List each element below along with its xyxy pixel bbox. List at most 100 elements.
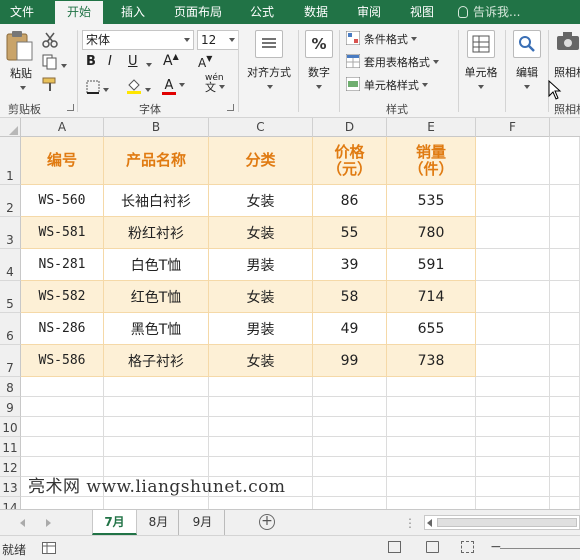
empty-cell[interactable] — [104, 397, 209, 417]
empty-cell[interactable] — [21, 437, 104, 457]
empty-cell[interactable] — [476, 377, 550, 397]
empty-cell[interactable] — [550, 137, 580, 185]
increase-font-button[interactable]: A▲ — [163, 52, 185, 72]
empty-cell[interactable] — [550, 249, 580, 281]
empty-cell[interactable] — [313, 457, 387, 477]
underline-button[interactable]: U — [128, 54, 142, 72]
tab-home[interactable]: 开始 — [55, 1, 103, 24]
row-header[interactable]: 2 — [0, 185, 21, 217]
number-format-button[interactable]: % 数字 — [302, 30, 336, 90]
empty-cell[interactable] — [476, 217, 550, 249]
cells-button[interactable]: 单元格 — [461, 30, 501, 90]
sheet-tab-jul[interactable]: 7月 — [92, 510, 137, 535]
tell-me-box[interactable]: 告诉我... — [458, 0, 520, 24]
empty-cell[interactable] — [21, 397, 104, 417]
row-header[interactable]: 8 — [0, 377, 21, 397]
empty-cell[interactable] — [313, 377, 387, 397]
empty-cell[interactable] — [476, 137, 550, 185]
empty-cell[interactable] — [104, 497, 209, 509]
row-header[interactable]: 1 — [0, 137, 21, 185]
table-cell[interactable]: WS-560 — [21, 185, 104, 217]
empty-cell[interactable] — [550, 313, 580, 345]
table-cell[interactable]: 女装 — [209, 281, 313, 313]
normal-view-icon[interactable] — [388, 541, 401, 553]
empty-cell[interactable] — [209, 377, 313, 397]
sheet-next-icon[interactable] — [46, 519, 51, 527]
empty-cell[interactable] — [209, 437, 313, 457]
tab-review[interactable]: 审阅 — [349, 0, 389, 24]
empty-cell[interactable] — [550, 281, 580, 313]
row-header[interactable]: 11 — [0, 437, 21, 457]
tab-file[interactable]: 文件 — [0, 0, 44, 24]
select-all-corner[interactable] — [0, 118, 21, 137]
row-header[interactable]: 6 — [0, 313, 21, 345]
table-cell[interactable]: NS-286 — [21, 313, 104, 345]
empty-cell[interactable] — [387, 397, 476, 417]
font-size-combo[interactable]: 12 — [197, 30, 239, 50]
table-cell[interactable]: 粉红衬衫 — [104, 217, 209, 249]
table-cell[interactable]: NS-281 — [21, 249, 104, 281]
empty-cell[interactable] — [476, 281, 550, 313]
row-header[interactable]: 9 — [0, 397, 21, 417]
row-header[interactable]: 5 — [0, 281, 21, 313]
table-cell[interactable]: 714 — [387, 281, 476, 313]
worksheet-grid[interactable]: 1 2 3 4 5 6 7 8 9 10 11 12 13 14 编号 产品名称 分类 价格 （元） 销量 （件） W… — [0, 137, 580, 509]
add-sheet-icon[interactable]: + — [259, 514, 275, 530]
empty-cell[interactable] — [550, 417, 580, 437]
table-cell[interactable]: 86 — [313, 185, 387, 217]
empty-cell[interactable] — [387, 417, 476, 437]
italic-button[interactable]: I — [108, 54, 122, 72]
underline-dropdown[interactable] — [143, 58, 152, 72]
empty-cell[interactable] — [550, 217, 580, 249]
column-header-c[interactable]: C — [209, 118, 313, 137]
table-cell[interactable]: 黑色T恤 — [104, 313, 209, 345]
table-cell[interactable]: 女装 — [209, 217, 313, 249]
column-header-d[interactable]: D — [313, 118, 387, 137]
empty-cell[interactable] — [313, 497, 387, 509]
table-cell[interactable]: WS-586 — [21, 345, 104, 377]
empty-cell[interactable] — [476, 185, 550, 217]
table-cell[interactable]: 红色T恤 — [104, 281, 209, 313]
tab-insert[interactable]: 插入 — [111, 0, 155, 24]
fill-color-button[interactable] — [126, 78, 156, 96]
empty-cell[interactable] — [476, 397, 550, 417]
empty-cell[interactable] — [550, 345, 580, 377]
empty-cell[interactable] — [550, 437, 580, 457]
bold-button[interactable]: B — [86, 54, 100, 72]
empty-cell[interactable] — [550, 497, 580, 509]
table-cell[interactable]: 591 — [387, 249, 476, 281]
column-header-e[interactable]: E — [387, 118, 476, 137]
row-header[interactable]: 14 — [0, 497, 21, 509]
horizontal-scroll-thumb[interactable] — [437, 518, 577, 527]
empty-cell[interactable] — [313, 417, 387, 437]
table-cell[interactable]: 58 — [313, 281, 387, 313]
conditional-formatting-button[interactable]: 条件格式 — [345, 30, 417, 47]
table-cell[interactable]: 55 — [313, 217, 387, 249]
paste-button[interactable]: 粘贴 — [4, 30, 38, 90]
empty-cell[interactable] — [550, 457, 580, 477]
empty-cell[interactable] — [476, 437, 550, 457]
empty-cell[interactable] — [476, 417, 550, 437]
table-cell[interactable]: 女装 — [209, 185, 313, 217]
tab-page-layout[interactable]: 页面布局 — [166, 0, 230, 24]
empty-cell[interactable] — [313, 477, 387, 497]
horizontal-scrollbar[interactable] — [424, 515, 580, 530]
empty-cell[interactable] — [387, 477, 476, 497]
clipboard-launcher-icon[interactable] — [67, 104, 74, 111]
empty-cell[interactable] — [209, 397, 313, 417]
table-cell[interactable]: 长袖白衬衫 — [104, 185, 209, 217]
table-header-cell[interactable]: 分类 — [209, 137, 313, 185]
tab-formulas[interactable]: 公式 — [242, 0, 282, 24]
empty-cell[interactable] — [387, 437, 476, 457]
column-header-b[interactable]: B — [104, 118, 209, 137]
empty-cell[interactable] — [476, 249, 550, 281]
table-header-cell[interactable]: 产品名称 — [104, 137, 209, 185]
page-layout-view-icon[interactable] — [426, 541, 439, 553]
editing-button[interactable]: 编辑 — [509, 30, 545, 90]
table-header-cell[interactable]: 编号 — [21, 137, 104, 185]
copy-button[interactable] — [42, 54, 68, 70]
row-header[interactable]: 10 — [0, 417, 21, 437]
column-header-a[interactable]: A — [21, 118, 104, 137]
column-header-f[interactable]: F — [476, 118, 550, 137]
table-cell[interactable]: 49 — [313, 313, 387, 345]
